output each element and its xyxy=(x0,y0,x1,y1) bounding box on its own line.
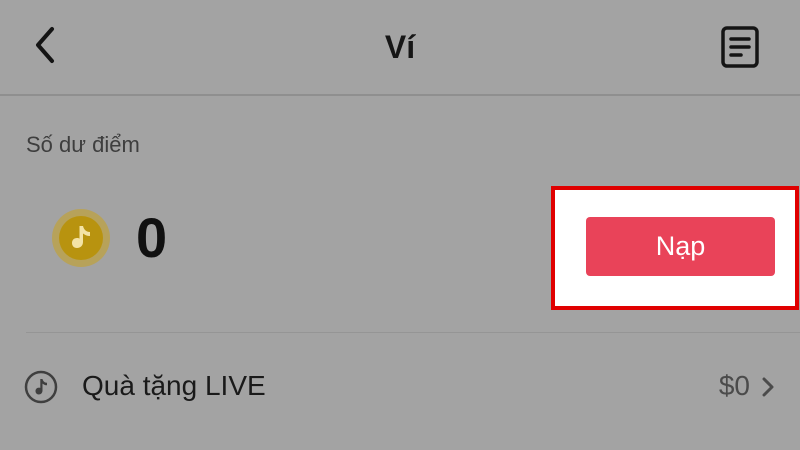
section-divider xyxy=(26,332,800,333)
transactions-button[interactable] xyxy=(716,22,764,72)
chevron-left-icon xyxy=(36,27,54,63)
top-bar: Ví xyxy=(0,0,800,94)
back-button[interactable] xyxy=(22,22,68,68)
chevron-right-icon xyxy=(762,377,774,397)
live-gifts-row[interactable]: Quà tặng LIVE $0 xyxy=(0,350,800,422)
tiktok-logo-icon xyxy=(24,370,58,404)
document-list-icon xyxy=(721,26,759,68)
recharge-button[interactable]: Nạp xyxy=(586,217,775,276)
live-gifts-label: Quà tặng LIVE xyxy=(82,370,266,401)
page-title: Ví xyxy=(384,29,416,65)
tiktok-coin-icon xyxy=(52,209,110,267)
balance-label: Số dư điểm xyxy=(26,132,140,157)
live-gifts-amount: $0 xyxy=(718,370,750,401)
balance-value: 0 xyxy=(136,206,168,269)
header-divider xyxy=(0,94,800,96)
